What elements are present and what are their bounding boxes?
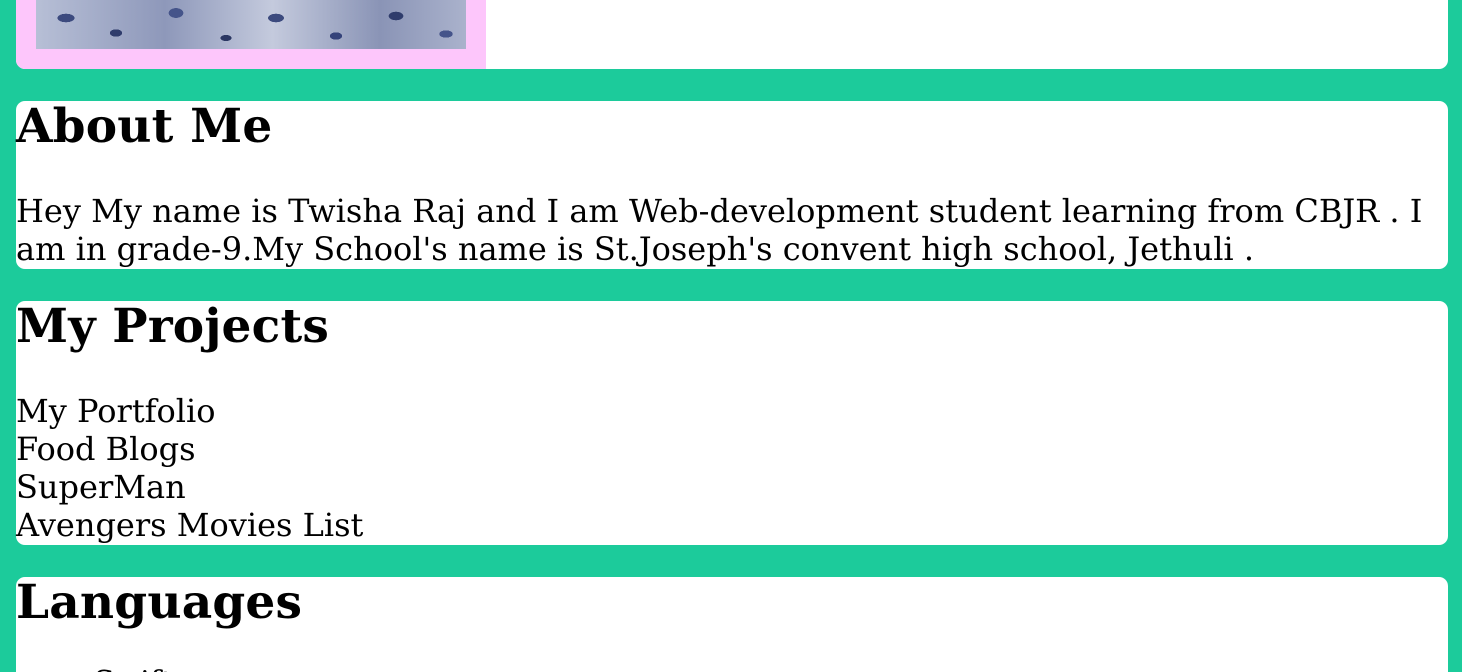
profile-photo-frame bbox=[16, 0, 486, 69]
languages-heading: Languages bbox=[16, 575, 303, 630]
page-scroll-edge bbox=[1462, 0, 1467, 672]
project-item: Food Blogs bbox=[16, 430, 196, 468]
languages-section: Languages Swift bbox=[16, 577, 1448, 672]
projects-list: My Portfolio Food Blogs SuperMan Avenger… bbox=[16, 392, 363, 544]
language-item: Swift bbox=[94, 664, 173, 672]
languages-list: Swift bbox=[16, 664, 173, 672]
about-section: About Me Hey My name is Twisha Raj and I… bbox=[16, 101, 1448, 269]
about-text: Hey My name is Twisha Raj and I am Web-d… bbox=[16, 192, 1423, 268]
profile-photo bbox=[36, 0, 466, 49]
profile-card bbox=[16, 0, 1448, 69]
projects-section: My Projects My Portfolio Food Blogs Supe… bbox=[16, 301, 1448, 545]
project-item: My Portfolio bbox=[16, 392, 216, 430]
project-item: SuperMan bbox=[16, 468, 186, 506]
about-heading: About Me bbox=[16, 99, 273, 154]
projects-heading: My Projects bbox=[16, 299, 330, 354]
project-item: Avengers Movies List bbox=[16, 506, 364, 544]
